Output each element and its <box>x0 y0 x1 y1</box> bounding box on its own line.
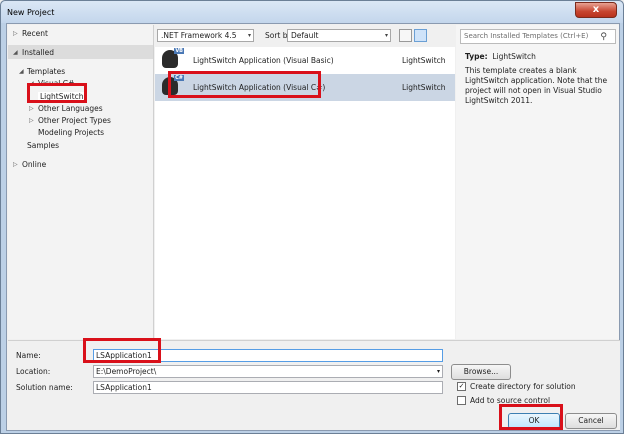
expand-arrow-icon[interactable]: ▷ <box>13 161 18 168</box>
nav-online[interactable]: Online <box>22 160 46 169</box>
dropdown-icon: ▾ <box>247 32 251 39</box>
name-input[interactable]: LSApplication1 <box>93 349 443 362</box>
lightswitch-icon: VB <box>162 48 184 68</box>
location-label: Location: <box>16 367 51 376</box>
add-source-control-label: Add to source control <box>470 396 551 405</box>
template-type: Type: LightSwitch <box>465 52 536 61</box>
name-label: Name: <box>16 351 41 360</box>
template-language: LightSwitch <box>402 83 446 92</box>
template-list-pane: .NET Framework 4.5 ▾ Sort by: Default ▾ … <box>155 25 455 339</box>
template-item-cs[interactable]: C# LightSwitch Application (Visual C#) L… <box>155 74 455 101</box>
new-project-dialog: New Project x ▷ Recent ◢ Installed ◢ Tem… <box>0 0 624 434</box>
sort-select[interactable]: Default ▾ <box>287 29 391 42</box>
close-button[interactable]: x <box>575 2 617 18</box>
nav-modeling-projects[interactable]: Modeling Projects <box>38 128 104 137</box>
title-bar: New Project x <box>1 1 623 23</box>
dropdown-icon: ▾ <box>384 32 388 39</box>
location-value: E:\DemoProject\ <box>96 367 157 376</box>
search-icon[interactable]: ⚲ <box>600 31 607 44</box>
template-toolbar: .NET Framework 4.5 ▾ Sort by: Default ▾ <box>155 25 455 47</box>
search-placeholder: Search Installed Templates (Ctrl+E) <box>464 32 589 40</box>
cancel-button[interactable]: Cancel <box>565 413 617 429</box>
lightswitch-icon: C# <box>162 75 184 95</box>
type-label: Type: <box>465 52 488 61</box>
close-icon: x <box>592 4 600 15</box>
solution-name-label: Solution name: <box>16 383 73 392</box>
template-item-vb[interactable]: VB LightSwitch Application (Visual Basic… <box>155 47 455 74</box>
vb-tag: VB <box>174 48 184 54</box>
framework-select[interactable]: .NET Framework 4.5 ▾ <box>157 29 254 42</box>
nav-visual-cs[interactable]: Visual C# <box>38 79 74 88</box>
grid-view-icon[interactable] <box>399 29 412 42</box>
template-details-pane: Search Installed Templates (Ctrl+E) ⚲ Ty… <box>456 25 619 339</box>
template-name: LightSwitch Application (Visual Basic) <box>193 56 334 65</box>
nav-recent[interactable]: Recent <box>22 29 48 38</box>
browse-button[interactable]: Browse... <box>451 364 511 380</box>
sort-value: Default <box>291 31 319 40</box>
list-view-icon[interactable] <box>414 29 427 42</box>
expand-arrow-icon[interactable]: ▷ <box>13 30 18 37</box>
collapse-arrow-icon[interactable]: ◢ <box>19 68 24 75</box>
nav-lightswitch[interactable]: LightSwitch <box>38 92 86 101</box>
dropdown-icon: ▾ <box>436 368 440 375</box>
cs-tag: C# <box>174 75 184 81</box>
template-name: LightSwitch Application (Visual C#) <box>193 83 326 92</box>
type-value: LightSwitch <box>492 52 536 61</box>
nav-other-languages[interactable]: Other Languages <box>38 104 103 113</box>
framework-value: .NET Framework 4.5 <box>161 31 237 40</box>
collapse-arrow-icon[interactable]: ◢ <box>13 49 18 56</box>
create-directory-label: Create directory for solution <box>470 382 576 391</box>
solution-name-input[interactable]: LSApplication1 <box>93 381 443 394</box>
project-form: Name: LSApplication1 Location: E:\DemoPr… <box>8 340 620 430</box>
nav-other-project-types[interactable]: Other Project Types <box>38 116 111 125</box>
location-combo[interactable]: E:\DemoProject\ ▾ <box>93 365 443 378</box>
ok-button[interactable]: OK <box>508 413 560 429</box>
template-language: LightSwitch <box>402 56 446 65</box>
template-search-input[interactable]: Search Installed Templates (Ctrl+E) ⚲ <box>460 29 616 44</box>
add-source-control-checkbox[interactable] <box>457 396 466 405</box>
dialog-client: ▷ Recent ◢ Installed ◢ Templates ◢ Visua… <box>6 23 620 431</box>
expand-arrow-icon[interactable]: ▷ <box>29 117 34 124</box>
nav-templates[interactable]: Templates <box>27 67 65 76</box>
nav-samples[interactable]: Samples <box>27 141 59 150</box>
nav-installed[interactable]: Installed <box>22 48 54 57</box>
dialog-title: New Project <box>7 8 55 17</box>
create-directory-checkbox[interactable]: ✓ <box>457 382 466 391</box>
template-tree: ▷ Recent ◢ Installed ◢ Templates ◢ Visua… <box>8 25 154 339</box>
collapse-arrow-icon[interactable]: ◢ <box>29 80 34 87</box>
template-description: This template creates a blank LightSwitc… <box>465 66 608 105</box>
expand-arrow-icon[interactable]: ▷ <box>29 105 34 112</box>
